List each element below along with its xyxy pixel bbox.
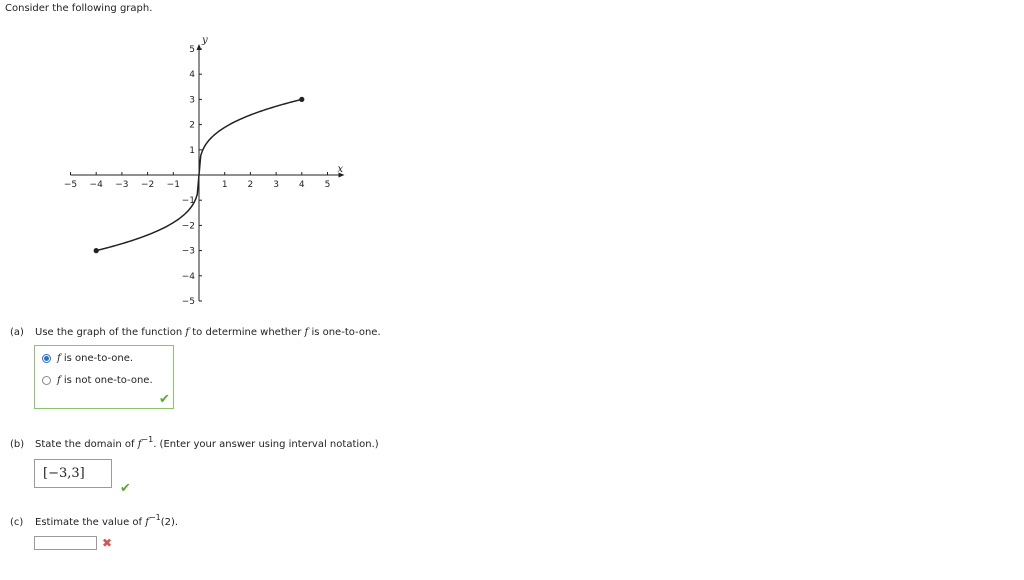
y-tick-label: 3 bbox=[189, 95, 195, 105]
inverse-superscript: −1 bbox=[148, 512, 161, 522]
option-one-to-one[interactable]: f is one-to-one. bbox=[42, 353, 133, 364]
y-axis-label: y bbox=[201, 35, 208, 46]
y-tick-label: −4 bbox=[182, 272, 196, 282]
intro-text: Consider the following graph. bbox=[5, 3, 153, 14]
y-tick-label: −2 bbox=[182, 221, 195, 231]
y-tick-label: −3 bbox=[182, 247, 195, 257]
function-symbol: f bbox=[185, 327, 190, 338]
x-axis-label: x bbox=[338, 164, 344, 175]
part-b-prompt-text: State the domain of bbox=[35, 439, 135, 450]
inverse-superscript: −1 bbox=[141, 434, 154, 444]
part-a-prompt-text: to determine whether bbox=[192, 327, 302, 338]
curve-endpoint-left bbox=[93, 248, 99, 254]
part-b-prompt: State the domain of f−1. (Enter your ans… bbox=[35, 435, 379, 450]
part-b-prompt-text: . (Enter your answer using interval nota… bbox=[153, 439, 379, 450]
function-symbol: f bbox=[304, 327, 309, 338]
x-tick-label: −4 bbox=[90, 180, 104, 190]
correct-check-icon: ✔ bbox=[159, 392, 170, 407]
x-tick-label: 2 bbox=[248, 180, 254, 190]
option-label: is one-to-one. bbox=[63, 353, 134, 364]
radio-not-one-to-one[interactable] bbox=[42, 376, 51, 385]
x-tick-label: 1 bbox=[222, 180, 228, 190]
option-not-one-to-one[interactable]: f is not one-to-one. bbox=[42, 375, 153, 386]
part-c-prompt-text: (2). bbox=[160, 517, 179, 528]
y-tick-label: 4 bbox=[189, 70, 195, 80]
incorrect-x-icon: ✖ bbox=[102, 536, 113, 550]
part-a-label: (a) bbox=[10, 327, 24, 338]
x-tick-label: 3 bbox=[273, 180, 279, 190]
part-c-prompt: Estimate the value of f−1(2). bbox=[35, 513, 179, 528]
x-tick-label: 5 bbox=[325, 180, 331, 190]
y-tick-label: 2 bbox=[189, 121, 195, 131]
part-c-label: (c) bbox=[10, 517, 24, 528]
x-tick-label: 4 bbox=[299, 180, 305, 190]
x-tick-label: −3 bbox=[115, 180, 128, 190]
y-tick-label: −5 bbox=[182, 297, 195, 307]
estimate-input[interactable] bbox=[34, 536, 97, 550]
x-axis bbox=[70, 172, 345, 178]
curve-endpoint-right bbox=[299, 96, 305, 102]
part-a-choices: f is one-to-one. f is not one-to-one. ✔ bbox=[34, 345, 174, 409]
part-c-prompt-text: Estimate the value of bbox=[35, 517, 143, 528]
correct-check-icon: ✔ bbox=[120, 481, 131, 496]
function-symbol: f bbox=[57, 375, 61, 386]
x-tick-label: −1 bbox=[167, 180, 180, 190]
x-tick-label: −2 bbox=[141, 180, 154, 190]
y-tick-label: 5 bbox=[189, 45, 195, 55]
x-tick-label: −5 bbox=[64, 180, 77, 190]
option-label: is not one-to-one. bbox=[63, 375, 153, 386]
function-symbol: f bbox=[57, 353, 61, 364]
part-a-prompt-text: Use the graph of the function bbox=[35, 327, 183, 338]
part-a-prompt: Use the graph of the function f to deter… bbox=[35, 327, 381, 338]
domain-answer-field[interactable]: [−3,3] bbox=[34, 459, 112, 488]
y-tick-label: 1 bbox=[189, 146, 195, 156]
part-a-prompt-text: is one-to-one. bbox=[311, 327, 381, 338]
radio-one-to-one[interactable] bbox=[42, 354, 51, 363]
function-graph: −5 −4 −3 −2 −1 1 2 3 4 5 54321−1−2−3−4−5 x y bbox=[64, 35, 345, 307]
part-b-label: (b) bbox=[10, 439, 25, 450]
